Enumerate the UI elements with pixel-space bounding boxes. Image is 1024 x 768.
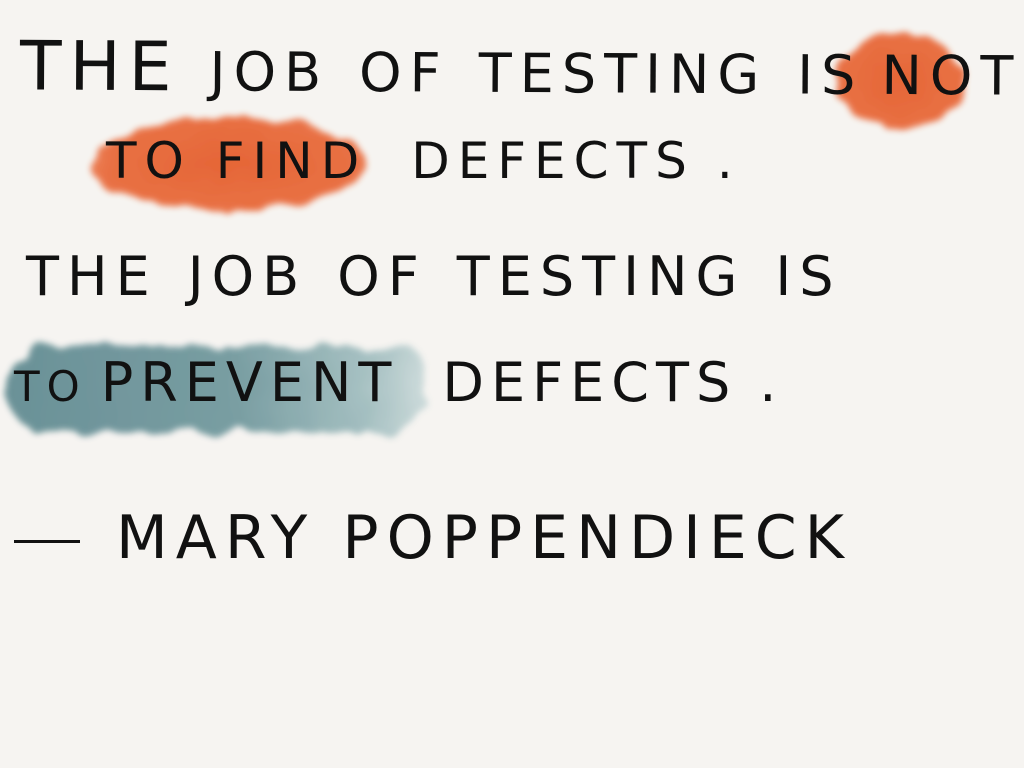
quote-word: of bbox=[337, 245, 427, 308]
quote-word: is bbox=[797, 43, 864, 107]
quote-word: Defects bbox=[411, 132, 695, 190]
quote-word: Testing bbox=[456, 245, 746, 308]
quote-word-highlighted: to bbox=[14, 362, 87, 411]
quote-word-highlighted: not bbox=[881, 43, 1022, 108]
quote-period: . bbox=[716, 132, 741, 190]
author-name: Mary Poppendieck bbox=[116, 503, 852, 573]
quote-line-1: The Job of Testing is not bbox=[19, 27, 1022, 108]
quote-word: Testing bbox=[478, 41, 768, 107]
quote-period: . bbox=[759, 351, 784, 414]
quote-word: Job bbox=[209, 40, 330, 104]
quote-word: Job bbox=[187, 245, 308, 308]
handwritten-quote: The Job of Testing is not to find Defects. The… bbox=[0, 0, 1024, 768]
quote-line-2: to find Defects. bbox=[106, 136, 741, 186]
whiteboard-canvas: The Job of Testing is not to find Defects. The… bbox=[0, 0, 1024, 768]
quote-word-highlighted: Prevent bbox=[100, 351, 399, 414]
quote-line-3: The Job of Testing is bbox=[26, 250, 842, 304]
quote-word-highlighted: to find bbox=[106, 132, 368, 190]
quote-word: The bbox=[26, 245, 158, 308]
em-dash-stroke bbox=[14, 539, 80, 543]
quote-line-4: to Prevent Defects. bbox=[14, 356, 783, 410]
quote-word: Defects bbox=[442, 351, 738, 414]
quote-word: The bbox=[19, 27, 180, 108]
quote-word: is bbox=[775, 245, 842, 308]
quote-word: of bbox=[358, 41, 449, 105]
quote-attribution: Mary Poppendieck bbox=[14, 508, 852, 568]
